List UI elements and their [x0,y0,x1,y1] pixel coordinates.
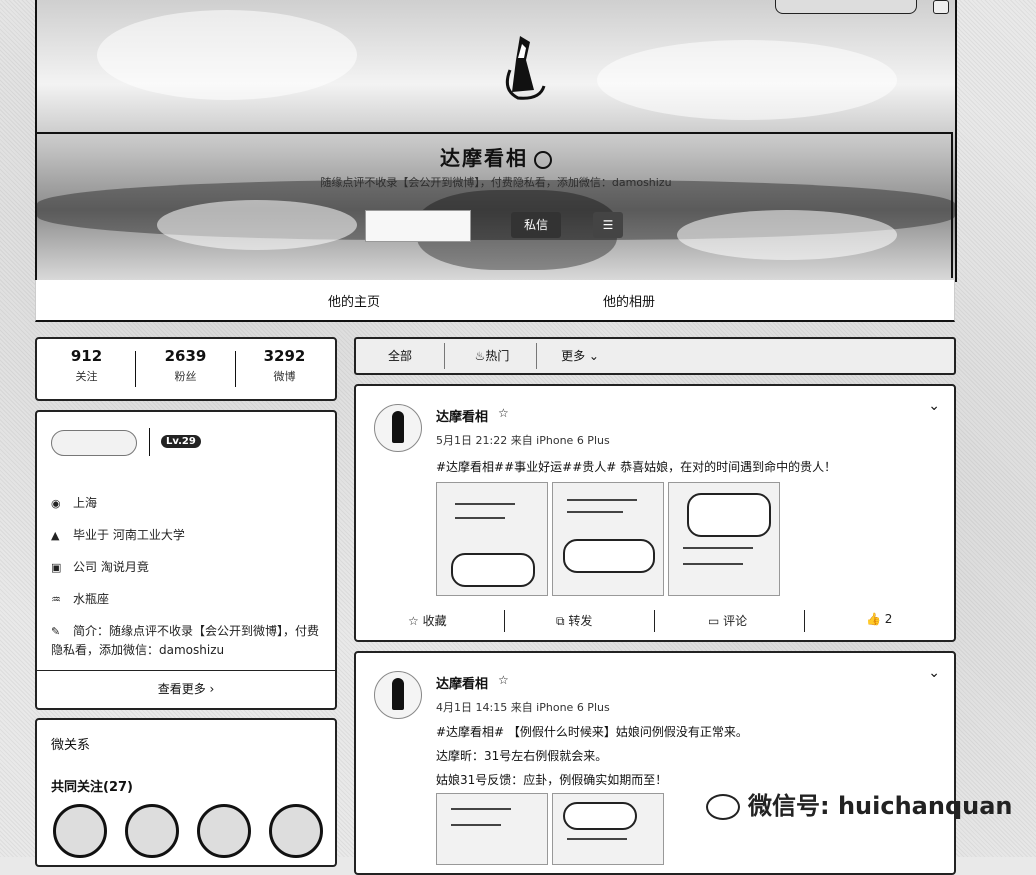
top-badge[interactable] [775,0,917,14]
profile-name: 达摩看相 [37,142,955,171]
post-actions: ☆ 收藏 ⧉ 转发 ▭ 评论 👍 2 [356,604,954,640]
filter-hot[interactable]: ♨热门 [448,339,536,373]
feed-filter-bar: 全部 ♨热门 更多 ⌄ [354,337,956,375]
profile-avatar[interactable] [482,30,562,110]
school-icon: ▲ [51,529,60,542]
watermark: 微信号: huichanquan [706,786,1013,821]
thumbs-up-icon: 👍 [866,612,885,626]
intro-icon: ✎ [51,625,61,638]
more-menu-button[interactable]: ☰ [593,212,623,238]
info-intro: ✎ 简介：随缘点评不收录【会公开到微博】，付费隐私看，添加微信：damoshizu [51,624,320,657]
common-follow-avatar[interactable] [269,804,323,858]
message-button[interactable]: 私信 [511,212,561,238]
filter-more[interactable]: 更多 ⌄ [540,339,620,373]
chevron-down-icon[interactable]: ⌄ [928,665,940,681]
relations-card: 微关系 共同关注(27) [35,718,337,867]
location-icon: ◉ [51,497,61,510]
repost-button[interactable]: ⧉ 转发 [556,612,592,629]
post-author[interactable]: 达摩看相 [436,673,488,692]
gender-icon [534,150,552,169]
post-text: #达摩看相##事业好运##贵人# 恭喜姑娘，在对的时间遇到命中的贵人！ [436,460,837,474]
stats-card: 912 关注 2639 粉丝 3292 微博 [35,337,337,401]
company-icon: ▣ [51,561,62,574]
divider [654,610,655,632]
common-follow-avatar[interactable] [53,804,107,858]
comment-button[interactable]: ▭ 评论 [708,612,747,629]
wechat-icon [706,794,740,820]
info-constellation: ♒ 水瓶座 [51,590,327,609]
post-image[interactable] [436,793,548,865]
post-image[interactable] [552,793,664,865]
profile-tabbar: 他的主页 他的相册 [35,280,955,322]
post-card: 达摩看相 ☆ ⌄ 4月1日 14:15 来自 iPhone 6 Plus #达摩… [354,651,956,875]
comment-icon: ▭ [708,614,724,628]
like-button[interactable]: 👍 2 [866,612,892,626]
star-icon: ☆ [408,614,423,628]
post-image[interactable] [668,482,780,596]
common-follow-avatar[interactable] [125,804,179,858]
info-card: Lv.29 ◉ 上海 ▲ 毕业于 河南工业大学 ▣ 公司 淘说月竟 ♒ 水瓶座 ✎ 简介：… [35,410,337,710]
post-avatar[interactable] [374,671,422,719]
stat-following[interactable]: 912 关注 [37,347,136,384]
divider [444,343,445,369]
level-badge: Lv.29 [161,435,201,448]
post-image[interactable] [552,482,664,596]
stat-followers[interactable]: 2639 粉丝 [136,347,235,384]
collect-button[interactable]: ☆ 收藏 [408,612,447,629]
star-icon: ☆ [498,673,509,687]
divider [37,670,335,671]
post-author[interactable]: 达摩看相 [436,406,488,425]
see-more-link[interactable]: 查看更多 › [37,680,335,697]
post-meta: 5月1日 21:22 来自 iPhone 6 Plus [436,434,610,447]
post-text: #达摩看相# 【例假什么时候来】姑娘问例假没有正常来。 [436,725,748,739]
constellation-icon: ♒ [51,593,61,606]
info-location: ◉ 上海 [51,494,327,513]
post-card: 达摩看相 ☆ ⌄ 5月1日 21:22 来自 iPhone 6 Plus #达摩… [354,384,956,642]
post-text: 姑娘31号反馈：应卦，例假确实如期而至！ [436,773,668,787]
post-image[interactable] [436,482,548,596]
menu-icon[interactable] [933,0,949,14]
profile-bio: 随缘点评不收录【会公开到微博】，付费隐私看，添加微信：damoshizu [320,176,672,189]
star-icon: ☆ [498,406,509,420]
post-avatar[interactable] [374,404,422,452]
divider [804,610,805,632]
post-meta: 4月1日 14:15 来自 iPhone 6 Plus [436,701,610,714]
divider [504,610,505,632]
info-company: ▣ 公司 淘说月竟 [51,558,327,577]
profile-cover: 达摩看相 随缘点评不收录【会公开到微博】，付费隐私看，添加微信：damoshiz… [35,0,957,282]
divider [536,343,537,369]
common-follow-title[interactable]: 共同关注(27) [51,776,133,795]
post-text: 达摩昕：31号左右例假就会来。 [436,749,608,763]
follow-button[interactable] [365,210,471,242]
common-follow-avatar[interactable] [197,804,251,858]
divider [149,428,150,456]
repost-icon: ⧉ [556,614,569,628]
info-school: ▲ 毕业于 河南工业大学 [51,526,327,545]
filter-all[interactable]: 全部 [356,339,444,373]
stat-posts[interactable]: 3292 微博 [235,347,334,384]
tab-home[interactable]: 他的主页 [328,291,380,310]
relations-title: 微关系 [51,738,91,753]
tab-album[interactable]: 他的相册 [603,291,655,310]
level-pill[interactable] [51,430,137,456]
chevron-down-icon[interactable]: ⌄ [928,398,940,414]
fire-icon: ♨ [474,349,486,363]
